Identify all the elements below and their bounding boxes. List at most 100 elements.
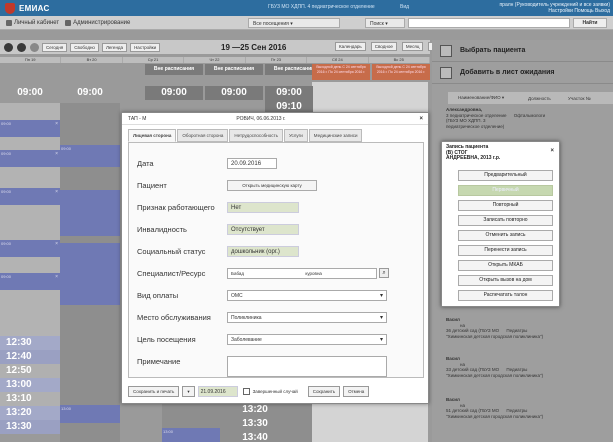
reschedule-button[interactable]: Перенести запись	[458, 245, 553, 256]
visits-select[interactable]: Все посещения ▾	[248, 18, 340, 28]
preliminary-button[interactable]: Предварительный	[458, 170, 553, 181]
purpose-select[interactable]: Заболевание	[227, 334, 387, 345]
settings-button[interactable]: Настройки	[130, 42, 161, 52]
print-ticket-button[interactable]: Распечатать талон	[458, 290, 553, 301]
next-week-button[interactable]	[17, 42, 26, 52]
slot-time[interactable]: 13:20	[225, 403, 285, 417]
slot-time[interactable]: 12:30	[0, 336, 60, 350]
booked-slot[interactable]: 09:00 ×	[0, 150, 60, 167]
primary-button[interactable]: Первичный	[458, 185, 553, 196]
menu-cabinet[interactable]: Личный кабинет	[6, 19, 59, 26]
header-links[interactable]: Настройки Помощь Выход	[470, 8, 610, 14]
date-input[interactable]: 20.09.2016	[227, 158, 277, 169]
patient-icon	[440, 44, 452, 57]
col-site[interactable]: Участок №	[568, 96, 591, 101]
view-month-button[interactable]: Месяц	[401, 42, 424, 51]
off-schedule-button[interactable]: Вне расписания	[145, 64, 203, 75]
tab-services[interactable]: Услуги	[283, 129, 308, 142]
free-button[interactable]: Свободно	[70, 42, 99, 52]
cancel-booking-button[interactable]: Отменить запись	[458, 230, 553, 241]
cancel-button[interactable]: Отмена	[343, 386, 370, 397]
slot-time[interactable]: 09:00	[145, 86, 203, 100]
slot-time[interactable]: 12:40	[0, 350, 60, 364]
booked-slot[interactable]	[60, 243, 120, 305]
table-row[interactable]: Васил на 51 детский сад (ГБУЗ МО Педиатр…	[446, 397, 613, 419]
note-textarea[interactable]	[227, 356, 387, 377]
completed-checkbox[interactable]	[242, 388, 250, 395]
save-print-button[interactable]: Сохранить и печать	[128, 386, 180, 397]
open-medcard-button[interactable]: Открыть медицинскую карту	[227, 180, 317, 191]
repeat-button[interactable]: Повторный	[458, 200, 553, 211]
close-icon[interactable]: ×	[550, 148, 554, 154]
close-icon[interactable]: ×	[55, 274, 58, 280]
user-info: пралн (Руководитель учреждений и все зая…	[470, 2, 610, 14]
user-select[interactable]: Вид	[400, 4, 409, 10]
prev-week-button[interactable]	[4, 42, 13, 52]
table-row[interactable]: Васил на 33 детский сад (ГБУЗ МО Педиатр…	[446, 356, 613, 378]
search-input[interactable]	[408, 18, 570, 28]
slot-time[interactable]: 09:00	[60, 86, 120, 100]
dialog-patient: РОВИЧ, 06.06.2013 г.	[236, 115, 286, 122]
close-icon[interactable]: ×	[419, 116, 423, 122]
place-select[interactable]: Поликлиника	[227, 312, 387, 323]
specialist-input[interactable]: Бабад куровна	[227, 268, 377, 279]
tab-front[interactable]: Лицевая сторона	[128, 129, 177, 142]
slot-time[interactable]: 13:30	[0, 420, 60, 434]
save-print-dropdown[interactable]: ▾	[182, 386, 195, 397]
search-icon[interactable]: ⌕	[379, 268, 389, 278]
today-button[interactable]: Сегодня	[42, 42, 68, 52]
close-icon[interactable]: ×	[55, 241, 58, 247]
booked-slot[interactable]: 09:00 ×	[0, 120, 60, 137]
slot-label: 09:00	[1, 151, 12, 156]
open-mkab-button[interactable]: Открыть МКАБ	[458, 260, 553, 271]
tab-medical-records[interactable]: Медицинские записи	[308, 129, 363, 142]
slot-time[interactable]: 13:40	[225, 431, 285, 442]
slot-time[interactable]: 09:00	[0, 86, 60, 100]
row-dept: на	[460, 322, 465, 328]
tab-disability[interactable]: Нетрудоспособность	[229, 129, 283, 142]
close-icon[interactable]: ×	[55, 189, 58, 195]
booked-slot[interactable]: 13:00	[162, 428, 220, 442]
refresh-button[interactable]	[30, 42, 39, 52]
booked-slot[interactable]: 09:00 ×	[0, 188, 60, 205]
select-patient-row[interactable]: Выбрать пациента	[432, 40, 613, 62]
find-button[interactable]: Найти	[573, 18, 607, 28]
booked-slot[interactable]: 09:00 ×	[0, 240, 60, 257]
list-icon	[440, 66, 452, 79]
booked-slot[interactable]: 09:00 ×	[0, 273, 60, 290]
slot-time[interactable]: 09:00	[265, 86, 313, 100]
slot-time[interactable]: 13:10	[0, 392, 60, 406]
close-icon[interactable]: ×	[55, 121, 58, 127]
book-again-button[interactable]: Записать повторно	[458, 215, 553, 226]
payment-select[interactable]: ОМС	[227, 290, 387, 301]
slot-label: 13:00	[61, 406, 72, 411]
view-summary-button[interactable]: Сводное	[370, 42, 397, 51]
off-schedule-button[interactable]: Вне расписания	[205, 64, 263, 75]
slot-time[interactable]: 09:00	[205, 86, 263, 100]
menu-admin[interactable]: Администрирование	[65, 19, 130, 26]
booked-slot[interactable]: 09:00	[60, 145, 120, 167]
waitlist-row[interactable]: Добавить в лист ожидания	[432, 62, 613, 84]
open-home-call-button[interactable]: Открыть вызов на дом	[458, 275, 553, 286]
col-position[interactable]: Должность	[528, 96, 568, 101]
slot-time[interactable]: 12:50	[0, 364, 60, 378]
table-row[interactable]: Васил на 36 детский сад (ГБУЗ МО Педиатр…	[446, 317, 613, 339]
legend-button[interactable]: Легенда	[101, 42, 128, 52]
table-row[interactable]: Александровна, 3 педиатрическое отделени…	[446, 107, 613, 129]
tab-back[interactable]: Оборотная сторона	[177, 129, 229, 142]
booked-slot[interactable]: 13:00	[60, 405, 120, 423]
close-date-field[interactable]: 21.09.2016	[197, 386, 238, 397]
save-button[interactable]: Сохранить	[307, 386, 341, 397]
view-calendar-button[interactable]: Календарь	[335, 42, 366, 51]
column-bg	[0, 103, 60, 336]
org-name[interactable]: ГБУЗ МО ХДПП. 4 педиатрическое отделение	[268, 4, 375, 10]
slot-time[interactable]: 13:00	[0, 378, 60, 392]
slot-time[interactable]: 13:20	[0, 406, 60, 420]
slot-time[interactable]: 13:30	[225, 417, 285, 431]
col-name[interactable]: Наименование/ФИО ▾	[458, 95, 528, 101]
dialog-footer: Сохранить и печать ▾ 21.09.2016 Завершен…	[128, 384, 424, 399]
search-type-select[interactable]: Поиск ▾	[365, 18, 405, 28]
row-detail: 33 детский сад (ГБУЗ МО	[446, 367, 500, 372]
close-icon[interactable]: ×	[55, 151, 58, 157]
booked-slot[interactable]	[60, 190, 120, 236]
